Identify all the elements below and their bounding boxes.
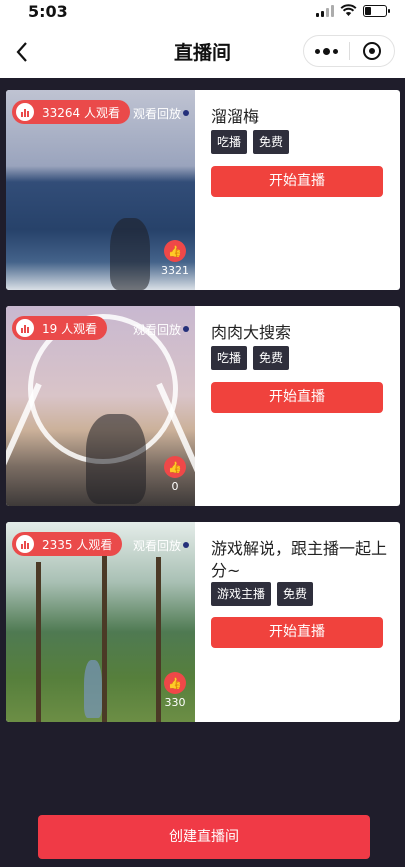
- room-tags: 吃播 免费: [211, 346, 290, 370]
- battery-icon: [363, 4, 390, 17]
- viewer-count: 33264 人观看: [42, 105, 120, 120]
- status-icons: [316, 4, 390, 17]
- room-tag: 吃播: [211, 346, 248, 370]
- more-button[interactable]: [304, 36, 349, 66]
- like-count: 0: [171, 480, 179, 493]
- viewer-count: 19 人观看: [42, 321, 98, 336]
- live-room-card[interactable]: 19 人观看 观看回放 👍 0 肉肉大搜索 吃播 免费 开始直播: [6, 306, 400, 506]
- nav-bar: 直播间: [0, 26, 405, 78]
- like-button[interactable]: 👍: [164, 672, 186, 694]
- status-bar: 5:03: [0, 0, 405, 26]
- room-tag: 免费: [253, 346, 290, 370]
- room-title: 溜溜梅: [211, 107, 260, 126]
- like-count: 330: [164, 696, 186, 709]
- room-title: 游戏解说，跟主播一起上分~: [211, 539, 388, 580]
- bar-chart-icon: [16, 319, 34, 337]
- status-time: 5:03: [28, 2, 68, 21]
- viewer-count-badge: 19 人观看: [12, 316, 108, 340]
- replay-link[interactable]: 观看回放: [133, 537, 181, 554]
- create-live-room-button[interactable]: 创建直播间: [38, 815, 370, 859]
- signal-icon: [316, 4, 334, 17]
- replay-link[interactable]: 观看回放: [133, 321, 181, 338]
- room-cover-image[interactable]: 33264 人观看 观看回放 👍 3321: [6, 90, 195, 290]
- replay-dot: [183, 110, 189, 116]
- like-count: 3321: [161, 264, 189, 277]
- wifi-icon: [340, 4, 357, 16]
- room-tag: 吃播: [211, 130, 248, 154]
- room-tag: 免费: [253, 130, 290, 154]
- start-live-button[interactable]: 开始直播: [211, 382, 383, 413]
- replay-link[interactable]: 观看回放: [133, 105, 181, 122]
- start-live-button[interactable]: 开始直播: [211, 166, 383, 197]
- live-room-card[interactable]: 2335 人观看 观看回放 👍 330 游戏解说，跟主播一起上分~ 游戏主播 免…: [6, 522, 400, 722]
- room-title: 肉肉大搜索: [211, 323, 292, 342]
- viewer-count: 2335 人观看: [42, 537, 113, 552]
- like-button[interactable]: 👍: [164, 240, 186, 262]
- exit-target-icon: [362, 42, 381, 60]
- room-tag: 免费: [277, 582, 314, 606]
- viewer-count-badge: 33264 人观看: [12, 100, 130, 124]
- live-room-card[interactable]: 33264 人观看 观看回放 👍 3321 溜溜梅 吃播 免费 开始直播: [6, 90, 400, 290]
- bar-chart-icon: [16, 535, 34, 553]
- room-cover-image[interactable]: 2335 人观看 观看回放 👍 330: [6, 522, 195, 722]
- replay-dot: [183, 542, 189, 548]
- replay-dot: [183, 326, 189, 332]
- thumbs-up-icon: 👍: [168, 676, 182, 690]
- room-tag: 游戏主播: [211, 582, 272, 606]
- more-dots-icon: [314, 48, 320, 54]
- like-button[interactable]: 👍: [164, 456, 186, 478]
- thumbs-up-icon: 👍: [168, 460, 182, 474]
- viewer-count-badge: 2335 人观看: [12, 532, 123, 556]
- room-tags: 吃播 免费: [211, 130, 290, 154]
- room-cover-image[interactable]: 19 人观看 观看回放 👍 0: [6, 306, 207, 506]
- mini-program-capsule: [303, 35, 395, 67]
- start-live-button[interactable]: 开始直播: [211, 617, 383, 648]
- bar-chart-icon: [16, 103, 34, 121]
- thumbs-up-icon: 👍: [168, 244, 182, 258]
- exit-button[interactable]: [349, 36, 394, 66]
- room-tags: 游戏主播 免费: [211, 582, 314, 606]
